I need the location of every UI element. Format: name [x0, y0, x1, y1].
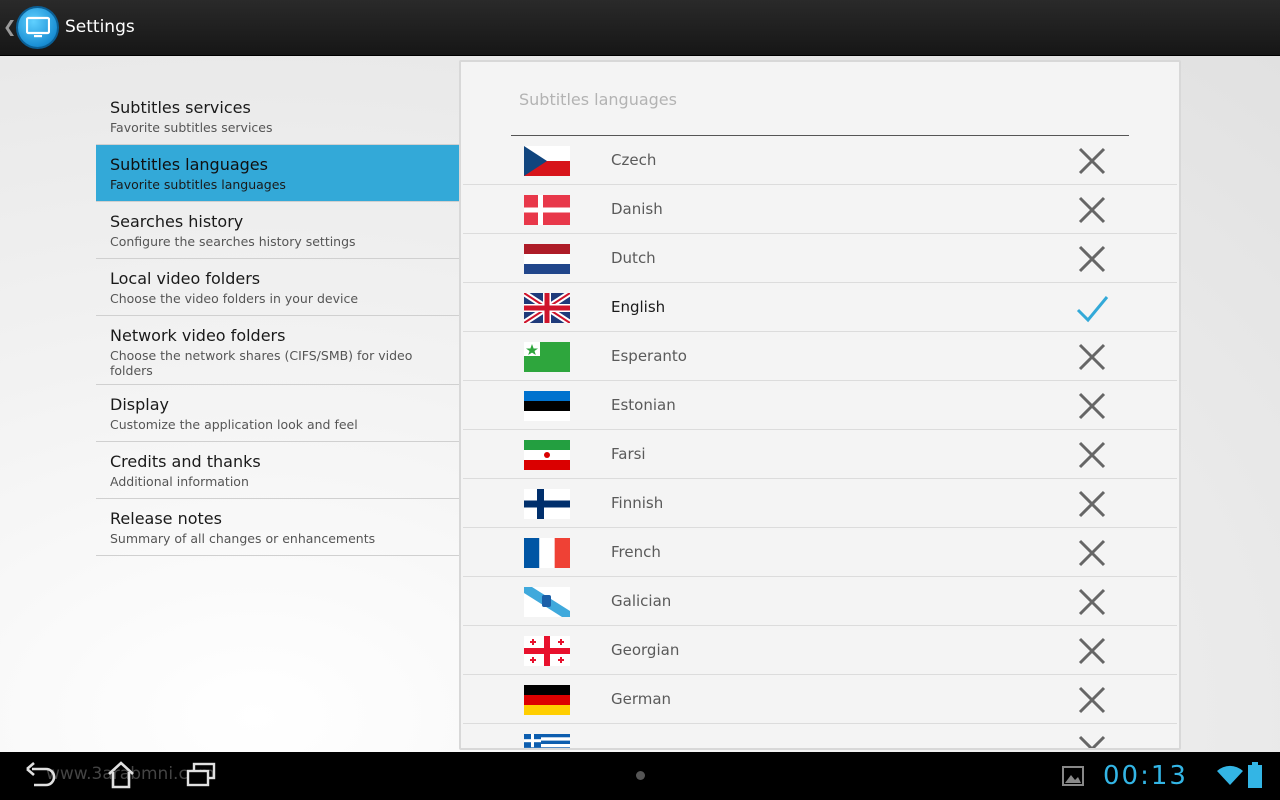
back-icon[interactable] — [24, 760, 58, 790]
header-item-credits-and-thanks[interactable]: Credits and thanks Additional informatio… — [96, 442, 459, 499]
gallery-notification-icon[interactable] — [1062, 766, 1084, 786]
header-summary: Customize the application look and feel — [110, 417, 358, 432]
nav-dot — [636, 771, 645, 780]
language-row-finnish[interactable]: Finnish — [463, 479, 1177, 528]
language-name: French — [611, 543, 661, 561]
cross-icon[interactable] — [1075, 585, 1109, 619]
cross-icon[interactable] — [1075, 732, 1109, 750]
cross-icon[interactable] — [1075, 389, 1109, 423]
language-row-danish[interactable]: Danish — [463, 185, 1177, 234]
system-nav-bar: www.3arabmni.com 00:13 — [0, 752, 1280, 800]
header-item-release-notes[interactable]: Release notes Summary of all changes or … — [96, 499, 459, 556]
action-bar: ❮ Settings — [0, 0, 1280, 56]
monitor-icon — [26, 16, 50, 38]
language-row-dutch[interactable]: Dutch — [463, 234, 1177, 283]
header-title: Searches history — [110, 212, 244, 231]
language-name: Galician — [611, 592, 672, 610]
finnish-flag-icon — [524, 489, 570, 519]
up-chevron-icon[interactable]: ❮ — [3, 17, 16, 36]
esperanto-flag-icon — [524, 342, 570, 372]
estonian-flag-icon — [524, 391, 570, 421]
app-icon[interactable] — [16, 6, 59, 49]
checkmark-icon[interactable] — [1075, 291, 1109, 325]
header-item-network-video-folders[interactable]: Network video folders Choose the network… — [96, 316, 459, 385]
home-icon[interactable] — [106, 760, 136, 790]
header-title: Display — [110, 395, 169, 414]
language-name: Finnish — [611, 494, 664, 512]
languages-panel: Subtitles languages Czech Danish Dutch Engl… — [459, 60, 1181, 750]
cross-icon[interactable] — [1075, 536, 1109, 570]
header-summary: Favorite subtitles services — [110, 120, 273, 135]
recent-apps-icon[interactable] — [185, 760, 217, 790]
header-item-local-video-folders[interactable]: Local video folders Choose the video fol… — [96, 259, 459, 316]
czech-flag-icon — [524, 146, 570, 176]
status-clock: 00:13 — [1103, 761, 1188, 791]
galician-flag-icon — [524, 587, 570, 617]
header-title: Release notes — [110, 509, 222, 528]
header-summary: Favorite subtitles languages — [110, 177, 286, 192]
language-row-french[interactable]: French — [463, 528, 1177, 577]
cross-icon[interactable] — [1075, 683, 1109, 717]
language-name: Estonian — [611, 396, 676, 414]
header-item-display[interactable]: Display Customize the application look a… — [96, 385, 459, 442]
language-name: German — [611, 690, 672, 708]
language-row-czech[interactable]: Czech — [463, 136, 1177, 185]
header-title: Subtitles languages — [110, 155, 268, 174]
header-item-subtitles-languages[interactable]: Subtitles languages Favorite subtitles l… — [96, 145, 459, 202]
language-row-georgian[interactable]: Georgian — [463, 626, 1177, 675]
language-row-english[interactable]: English — [463, 283, 1177, 332]
danish-flag-icon — [524, 195, 570, 225]
cross-icon[interactable] — [1075, 634, 1109, 668]
language-name: Georgian — [611, 641, 680, 659]
header-title: Local video folders — [110, 269, 261, 288]
language-row-esperanto[interactable]: Esperanto — [463, 332, 1177, 381]
french-flag-icon — [524, 538, 570, 568]
cross-icon[interactable] — [1075, 193, 1109, 227]
dutch-flag-icon — [524, 244, 570, 274]
header-summary: Choose the video folders in your device — [110, 291, 359, 306]
cross-icon[interactable] — [1075, 340, 1109, 374]
cross-icon[interactable] — [1075, 242, 1109, 276]
language-row-estonian[interactable]: Estonian — [463, 381, 1177, 430]
english-flag-icon — [524, 293, 570, 323]
cross-icon[interactable] — [1075, 438, 1109, 472]
settings-headers-list: Subtitles services Favorite subtitles se… — [96, 88, 459, 556]
language-name: Czech — [611, 151, 657, 169]
language-row-greek[interactable] — [463, 724, 1177, 750]
georgian-flag-icon — [524, 636, 570, 666]
language-name: English — [611, 298, 666, 316]
language-row-galician[interactable]: Galician — [463, 577, 1177, 626]
app-title: Settings — [65, 17, 135, 37]
header-title: Credits and thanks — [110, 452, 261, 471]
languages-list: Czech Danish Dutch English Esperanto Estonian… — [463, 136, 1177, 750]
cross-icon[interactable] — [1075, 144, 1109, 178]
header-title: Network video folders — [110, 326, 286, 345]
language-name: Danish — [611, 200, 663, 218]
language-name: Farsi — [611, 445, 646, 463]
header-title: Subtitles services — [110, 98, 251, 117]
header-summary: Configure the searches history settings — [110, 234, 356, 249]
header-item-subtitles-services[interactable]: Subtitles services Favorite subtitles se… — [96, 88, 459, 145]
language-row-farsi[interactable]: Farsi — [463, 430, 1177, 479]
header-summary: Additional information — [110, 474, 249, 489]
panel-title: Subtitles languages — [519, 90, 677, 109]
wifi-icon — [1217, 765, 1243, 785]
header-summary: Choose the network shares (CIFS/SMB) for… — [110, 348, 413, 378]
language-name: Dutch — [611, 249, 656, 267]
greek-flag-icon — [524, 734, 570, 748]
header-summary: Summary of all changes or enhancements — [110, 531, 376, 546]
farsi-flag-icon — [524, 440, 570, 470]
language-row-german[interactable]: German — [463, 675, 1177, 724]
language-name: Esperanto — [611, 347, 687, 365]
cross-icon[interactable] — [1075, 487, 1109, 521]
header-item-searches-history[interactable]: Searches history Configure the searches … — [96, 202, 459, 259]
battery-icon — [1248, 762, 1262, 788]
german-flag-icon — [524, 685, 570, 715]
